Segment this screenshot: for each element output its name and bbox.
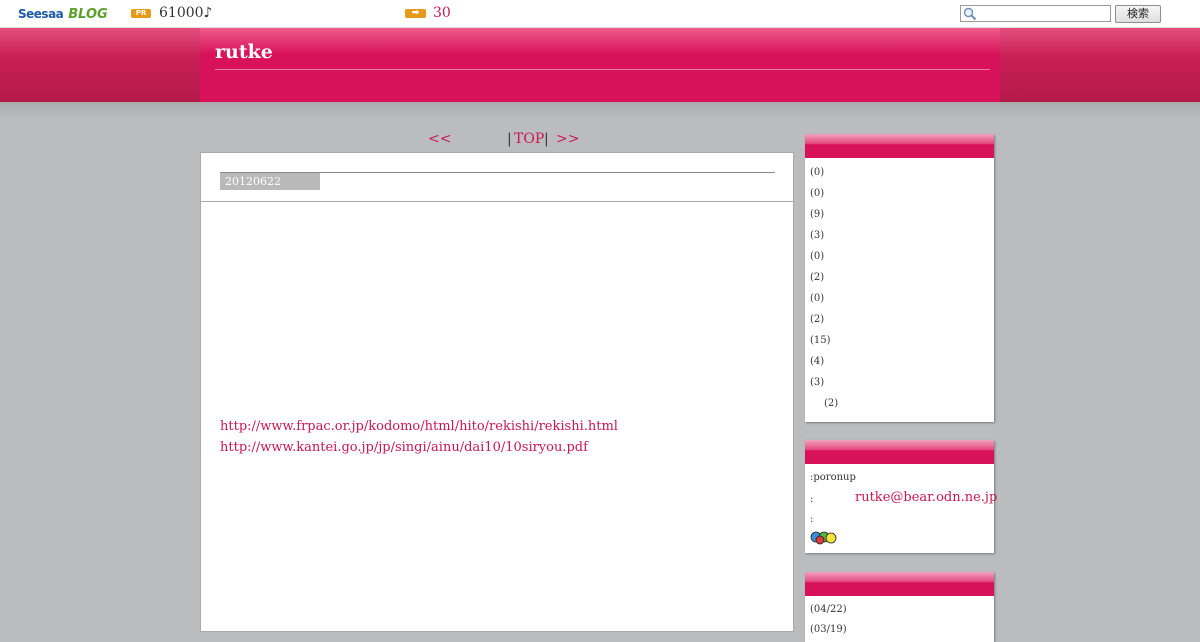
category-item[interactable]: (0) xyxy=(810,188,824,199)
archive-item[interactable]: (04/22) xyxy=(810,604,847,615)
top-link[interactable]: TOP xyxy=(514,131,544,147)
category-item[interactable]: (0) xyxy=(810,167,824,178)
search-icon xyxy=(963,7,977,21)
profile-label: : xyxy=(810,514,814,525)
category-item[interactable]: (0) xyxy=(810,293,824,304)
category-item[interactable]: (15) xyxy=(810,335,831,346)
prev-article-link[interactable]: << xyxy=(428,131,451,147)
next-article-link[interactable]: >> xyxy=(556,131,579,147)
sidebar-box-header xyxy=(805,134,994,158)
search-button[interactable]: 検索 xyxy=(1115,5,1161,23)
category-item[interactable]: (2) xyxy=(810,272,824,283)
sidebar-archive-box: (04/22) (03/19) xyxy=(805,572,994,642)
pr-badge: PR xyxy=(131,9,151,18)
sidebar-profile-box: :poronup : rutke@bear.odn.ne.jp : xyxy=(805,440,997,553)
header-divider xyxy=(215,69,990,70)
category-item[interactable]: (2) xyxy=(810,314,824,325)
profile-label: : xyxy=(810,494,814,505)
top-toolbar: Seesaa BLOG PR 61000♪ ➡ 30 検索 xyxy=(0,0,1200,28)
profile-email-link[interactable]: rutke@bear.odn.ne.jp xyxy=(855,490,997,505)
logo-seesaa-text: Seesaa xyxy=(18,7,64,21)
category-item[interactable]: (9) xyxy=(810,209,824,220)
search-input[interactable] xyxy=(960,5,1111,22)
days-link[interactable]: 30 xyxy=(433,5,451,21)
article-header-divider xyxy=(201,201,793,202)
profile-name: :poronup xyxy=(810,472,856,483)
category-item[interactable]: (4) xyxy=(810,356,824,367)
header-shadow xyxy=(0,102,1200,120)
arrow-icon: ➡ xyxy=(405,9,426,18)
pager-separator: | xyxy=(544,131,549,147)
article-panel: 20120622 http://www.frpac.or.jp/kodomo/h… xyxy=(200,152,794,632)
article-date: 20120622 xyxy=(220,173,320,190)
points-link[interactable]: 61000♪ xyxy=(159,5,212,21)
category-item[interactable]: (3) xyxy=(810,230,824,241)
sidebar-box-header xyxy=(805,572,994,596)
category-item[interactable]: (2) xyxy=(824,398,838,409)
header-inner xyxy=(200,28,1000,102)
article-link[interactable]: http://www.kantei.go.jp/jp/singi/ainu/da… xyxy=(220,440,588,455)
category-item[interactable]: (0) xyxy=(810,251,824,262)
category-item[interactable]: (3) xyxy=(810,377,824,388)
smiley-faces-icon[interactable] xyxy=(810,530,838,545)
blog-title[interactable]: rutke xyxy=(215,41,273,63)
pager-separator: | xyxy=(507,131,512,147)
sidebar-categories-box: (0) (0) (9) (3) (0) (2) (0) (2) (15) (4)… xyxy=(805,134,994,422)
sidebar-box-header xyxy=(805,440,994,464)
article-link[interactable]: http://www.frpac.or.jp/kodomo/html/hito/… xyxy=(220,419,618,434)
seesaa-blog-logo[interactable]: Seesaa BLOG xyxy=(18,6,108,22)
logo-blog-text: BLOG xyxy=(68,6,108,22)
